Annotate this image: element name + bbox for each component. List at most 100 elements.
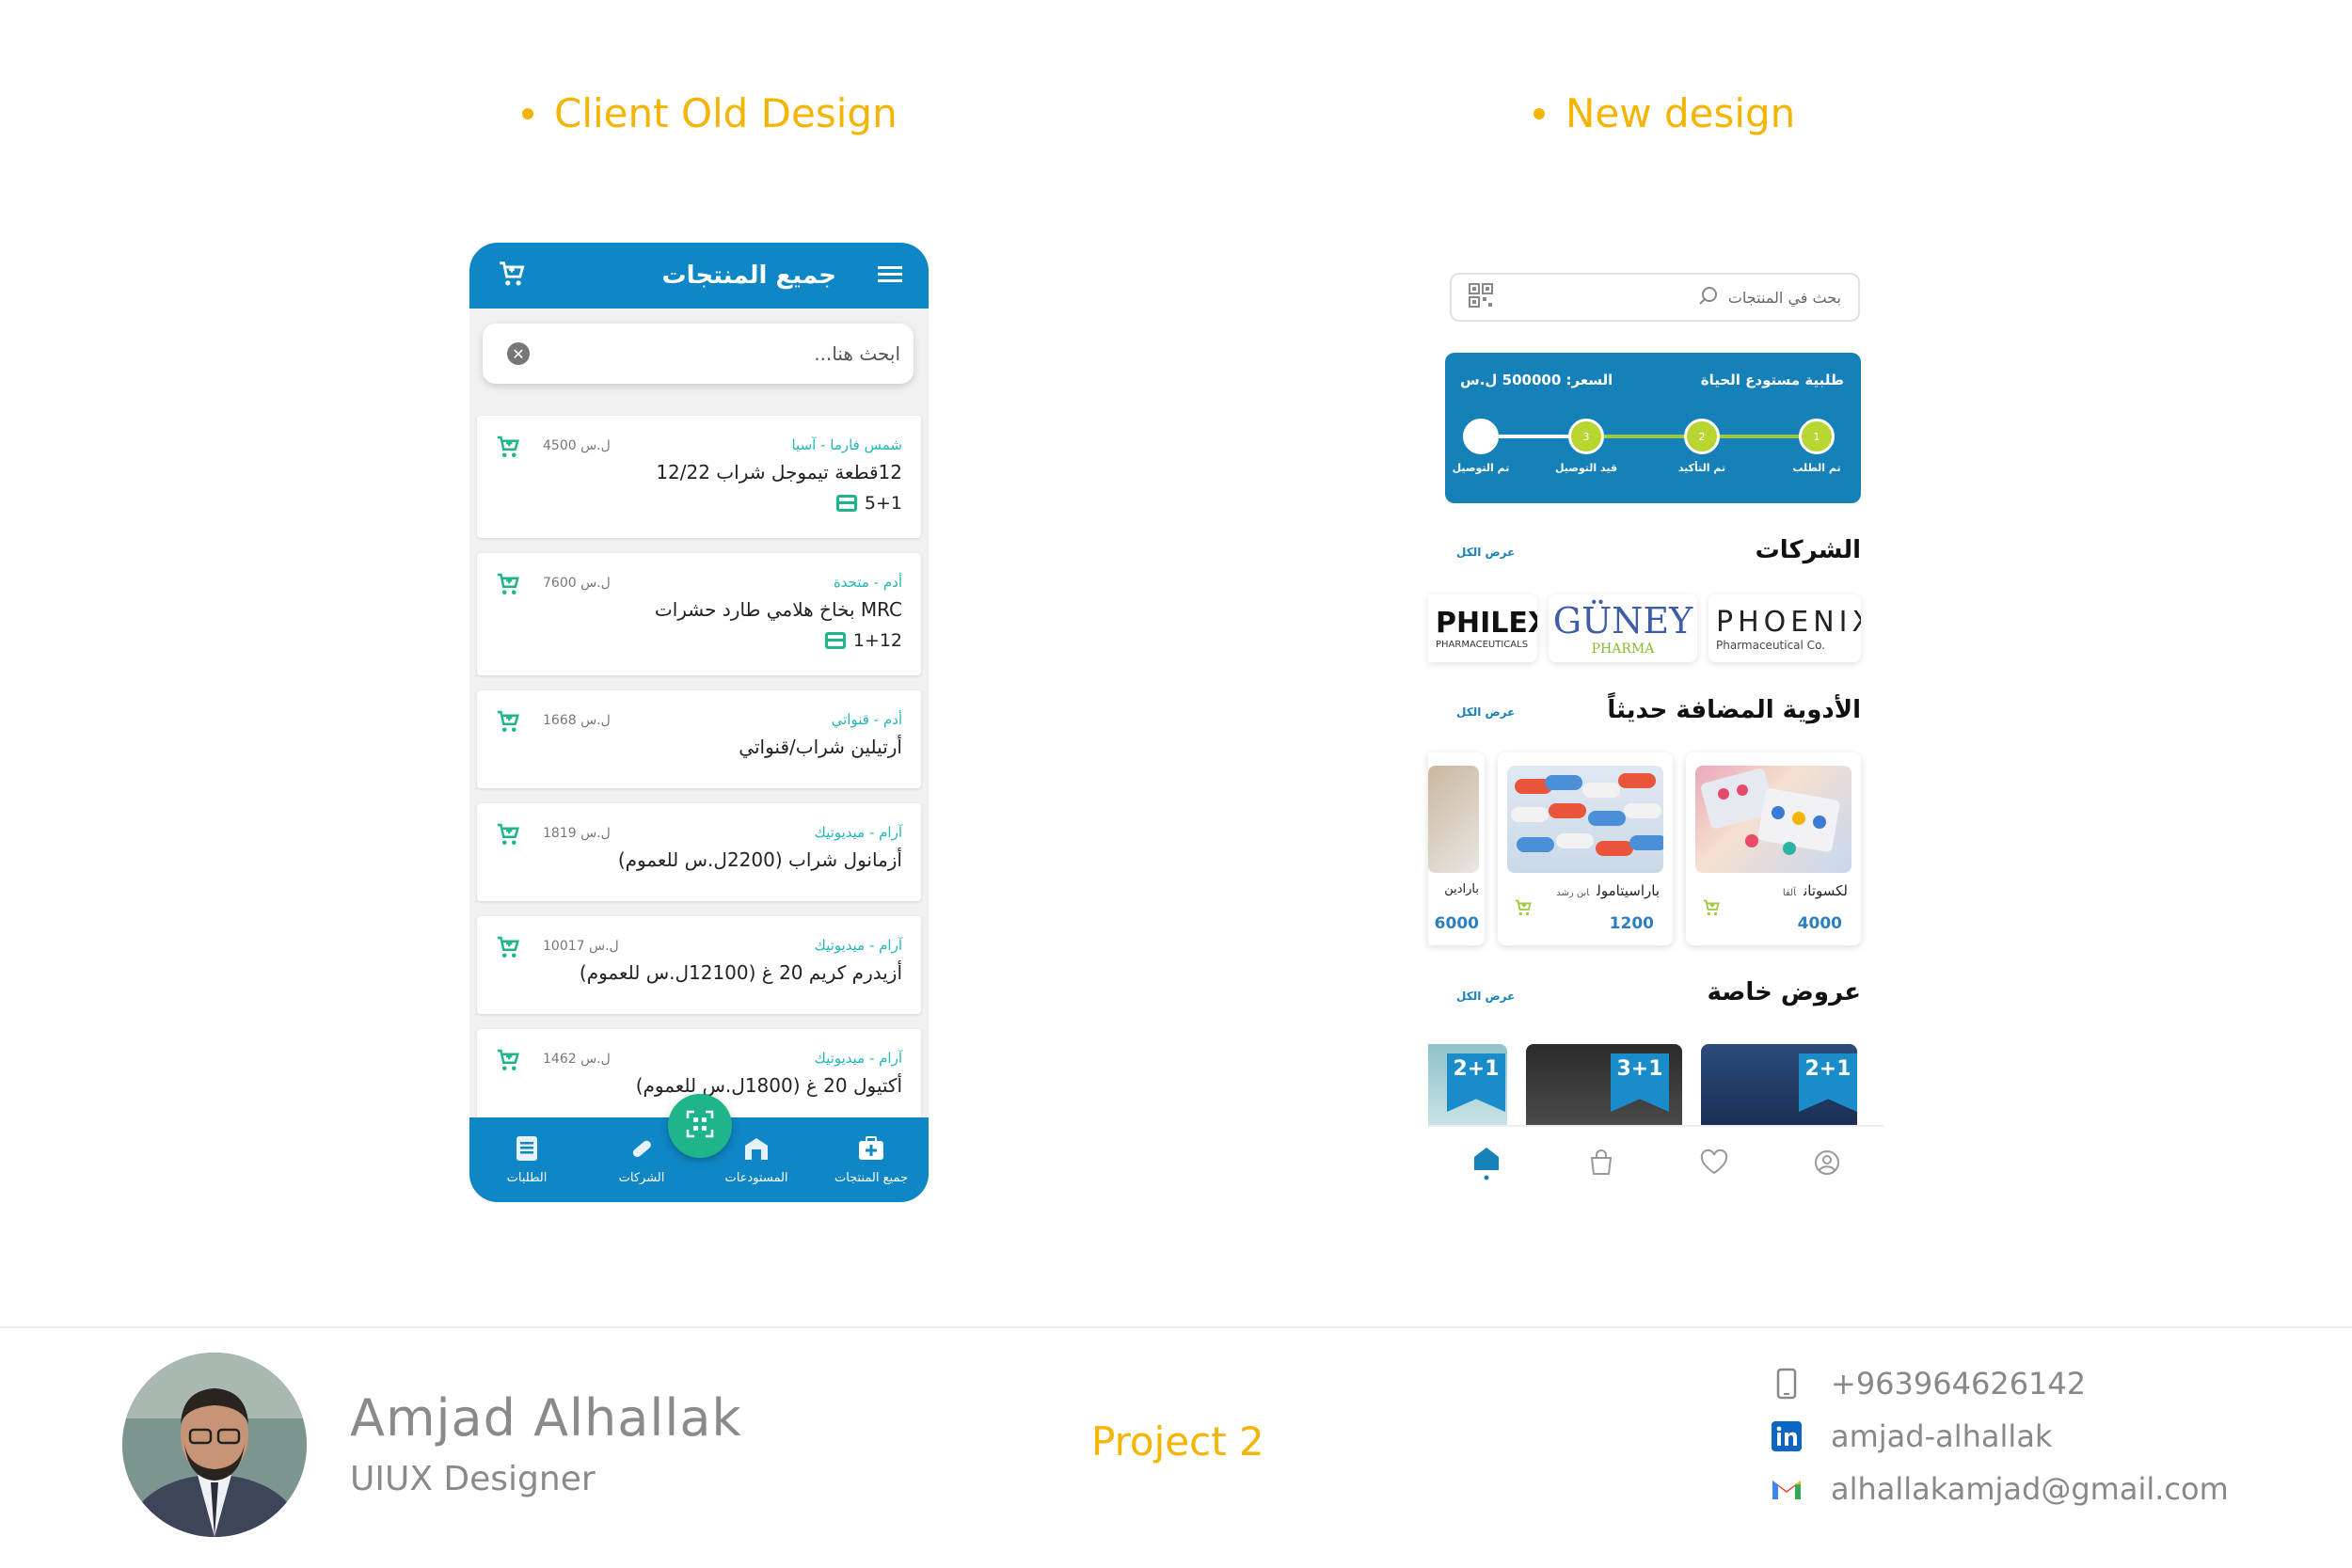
home-icon[interactable]	[1470, 1144, 1502, 1185]
product-offer: 1+12	[824, 630, 902, 651]
nav-orders[interactable]: الطلبات	[475, 1135, 579, 1185]
nav-label: الشركات	[618, 1170, 665, 1185]
nav-label: جميع المنتجات	[834, 1170, 909, 1185]
nav-label: الطلبات	[506, 1170, 548, 1185]
search-icon	[1698, 285, 1719, 309]
logo-subtext: Pharmaceutical Co.	[1716, 638, 1826, 652]
search-placeholder: ابحث هنا...	[814, 342, 900, 365]
medicine-price: 6000	[1434, 914, 1479, 933]
warehouse-icon	[743, 1135, 770, 1165]
company-logo-phoenix[interactable]: PHOENIX Pharmaceutical Co.	[1708, 594, 1861, 662]
step-label: قيد التوصيل	[1554, 462, 1618, 474]
product-company: آرام - ميديوتيك	[814, 1050, 902, 1067]
add-to-cart-icon[interactable]	[1701, 897, 1722, 918]
product-card[interactable]: 1668 ل.س أدم - قنواتي أرتيلين شراب/قنوات…	[477, 690, 921, 788]
new-medicines-see-all[interactable]: عرض الكل	[1456, 705, 1515, 719]
medicine-card[interactable]: لكسوتان آلفا 4000	[1686, 752, 1861, 945]
name-text: لكسوتان	[1804, 882, 1848, 899]
step-label: تم التأكيد	[1677, 462, 1726, 474]
profile-icon[interactable]	[1813, 1148, 1841, 1180]
offer-card[interactable]: 2+1	[1428, 1044, 1507, 1125]
step-confirmed: 2	[1684, 419, 1720, 454]
step-delivering: 3	[1568, 419, 1604, 454]
offer-tag: 3+1	[1611, 1053, 1669, 1112]
contact-email[interactable]: alhallakamjad@gmail.com	[1771, 1471, 2229, 1507]
add-to-cart-icon[interactable]	[494, 933, 522, 961]
nav-all-products[interactable]: جميع المنتجات	[819, 1135, 923, 1185]
logo-text: GÜNEY	[1552, 600, 1693, 641]
clear-icon[interactable]: ✕	[507, 342, 530, 365]
contact-linkedin[interactable]: amjad-alhallak	[1771, 1418, 2052, 1454]
add-to-cart-icon[interactable]	[1513, 897, 1534, 918]
cart-icon[interactable]	[496, 258, 528, 293]
special-offers-see-all[interactable]: عرض الكل	[1456, 990, 1515, 1003]
new-search-input[interactable]: بحث في المنتجات	[1450, 273, 1860, 322]
medicine-brand: ابن رشد	[1556, 888, 1590, 898]
product-card[interactable]: 7600 ل.س أدم - متحدة MRC بخاخ هلامي طارد…	[477, 553, 921, 675]
product-company: آرام - ميديوتيك	[814, 824, 902, 841]
logo-subtext: PHARMACEUTICALS	[1436, 640, 1529, 650]
special-offers-title: عروض خاصة	[1707, 978, 1861, 1006]
product-company: آرام - ميديوتيك	[814, 937, 902, 954]
step-delivered	[1463, 419, 1499, 454]
step-label: تم الطلب	[1792, 462, 1841, 474]
step-label: تم التوصيل	[1452, 462, 1510, 474]
add-to-cart-icon[interactable]	[494, 1046, 522, 1074]
offer-text: 1+12	[852, 630, 902, 651]
bag-icon[interactable]	[1587, 1148, 1615, 1180]
phone-icon	[1771, 1368, 1803, 1400]
product-card[interactable]: 10017 ل.س آرام - ميديوتيك أزيدرم كريم 20…	[477, 916, 921, 1014]
offer-card[interactable]: 3+1	[1526, 1044, 1682, 1125]
search-placeholder: بحث في المنتجات	[1727, 288, 1841, 307]
product-price: 7600 ل.س	[543, 576, 611, 591]
gift-icon	[824, 632, 846, 649]
product-offer: 5+1	[835, 493, 902, 514]
new-medicines-title: الأدوية المضافة حديثاً	[1607, 696, 1861, 724]
nav-label: المستودعات	[724, 1170, 788, 1185]
offer-tag: 2+1	[1799, 1053, 1857, 1112]
medicine-image	[1695, 766, 1851, 873]
footer-divider	[0, 1326, 2352, 1328]
product-price: 1819 ل.س	[543, 826, 611, 841]
product-company: أدم - متحدة	[833, 574, 902, 591]
medkit-icon	[857, 1135, 885, 1165]
companies-see-all[interactable]: عرض الكل	[1456, 546, 1515, 559]
product-company: شمس فارما - آسيا	[791, 436, 902, 453]
menu-icon[interactable]	[878, 263, 902, 288]
phone-text: +963964626142	[1831, 1366, 2087, 1402]
designer-role: UIUX Designer	[350, 1460, 596, 1498]
add-to-cart-icon[interactable]	[494, 820, 522, 848]
contact-phone[interactable]: +963964626142	[1771, 1366, 2086, 1402]
medicine-card[interactable]: بارادين 6000	[1428, 752, 1485, 945]
add-to-cart-icon[interactable]	[494, 433, 522, 461]
medicine-card[interactable]: باراسيتامول ابن رشد 1200	[1498, 752, 1673, 945]
medicine-price: 1200	[1609, 914, 1654, 933]
add-to-cart-icon[interactable]	[494, 570, 522, 598]
logo-text: PHOENIX	[1716, 605, 1861, 639]
qr-code-icon[interactable]	[1469, 283, 1493, 311]
new-design-label: New design	[1565, 90, 1796, 136]
company-logo-philex[interactable]: PHILEX PHARMACEUTICALS	[1428, 594, 1537, 662]
offer-text: 5+1	[864, 493, 902, 514]
heart-icon[interactable]	[1700, 1148, 1728, 1180]
product-name: أرتيلين شراب/قنواتي	[739, 736, 902, 758]
avatar	[122, 1353, 307, 1537]
old-design-heading: Client Old Design	[522, 90, 898, 136]
designer-name: Amjad Alhallak	[350, 1388, 742, 1448]
app-header: جميع المنتجات	[469, 243, 929, 309]
product-name: 12قطعة تيموجل شراب 12/22	[656, 461, 902, 483]
product-card[interactable]: 4500 ل.س شمس فارما - آسيا 12قطعة تيموجل …	[477, 416, 921, 538]
product-card[interactable]: 1819 ل.س آرام - ميديوتيك أزمانول شراب (2…	[477, 803, 921, 901]
gmail-icon	[1771, 1473, 1803, 1505]
qr-scan-button[interactable]	[668, 1094, 732, 1158]
offer-card[interactable]: 2+1	[1701, 1044, 1857, 1125]
order-tracking-card[interactable]: طلبية مستودع الحياة السعر: 500000 ل.س 1 …	[1445, 353, 1861, 503]
medicine-name: لكسوتان آلفا	[1783, 882, 1848, 899]
search-input[interactable]: ✕ ابحث هنا...	[483, 324, 914, 384]
medicine-image	[1507, 766, 1663, 873]
step-ordered: 1	[1799, 419, 1835, 454]
add-to-cart-icon[interactable]	[494, 707, 522, 736]
company-logo-guney[interactable]: GÜNEY PHARMA	[1549, 594, 1697, 662]
orders-icon	[515, 1135, 539, 1165]
order-title: طلبية مستودع الحياة	[1700, 372, 1844, 388]
